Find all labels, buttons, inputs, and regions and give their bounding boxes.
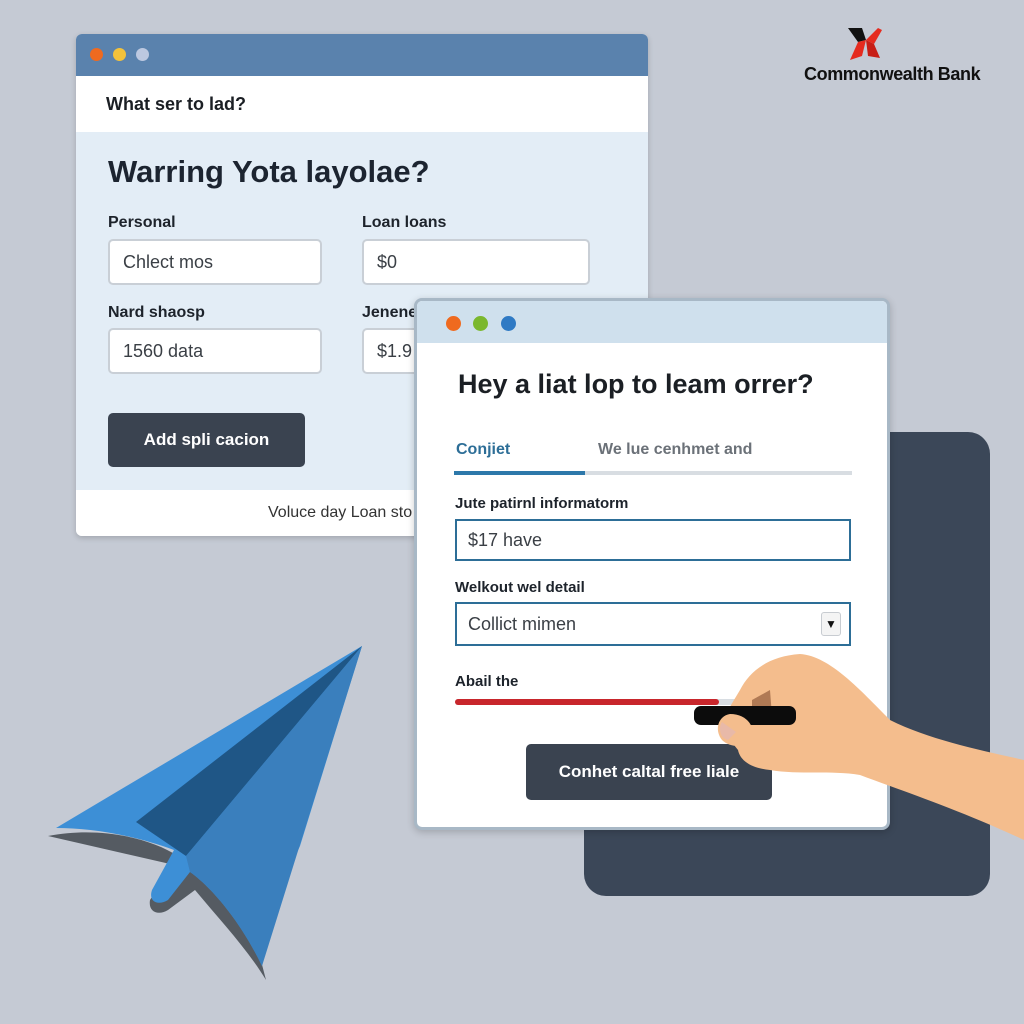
close-dot[interactable] xyxy=(446,316,461,331)
field-label-information: Jute patirnl informatorm xyxy=(455,495,629,512)
field-label-loan-loans: Loan loans xyxy=(362,214,447,231)
tab-we-lue[interactable]: We lue cenhmet and xyxy=(598,441,752,459)
close-dot[interactable] xyxy=(90,48,103,61)
minimize-dot[interactable] xyxy=(473,316,488,331)
field-label-jenene: Jenene xyxy=(362,304,418,321)
maximize-dot[interactable] xyxy=(501,316,516,331)
slider-fill xyxy=(455,699,719,705)
tab-active-indicator xyxy=(454,471,586,475)
chevron-down-icon[interactable]: ▼ xyxy=(821,612,841,636)
tab-indicator-track xyxy=(454,471,852,475)
field-label-nard-shaosp: Nard shaosp xyxy=(108,304,205,321)
loan-application-window-front: Hey a liat lop to leam orrer? Conjiet We… xyxy=(414,298,890,830)
field-label-personal: Personal xyxy=(108,214,176,231)
minimize-dot[interactable] xyxy=(113,48,126,61)
brand-name: Commonwealth Bank xyxy=(804,64,981,84)
add-application-button[interactable]: Add spli cacion xyxy=(108,413,305,467)
personal-input[interactable]: Chlect mos xyxy=(108,239,322,285)
detail-select-value: Collict mimen xyxy=(468,613,577,634)
commonwealth-bank-logo: Commonwealth Bank xyxy=(800,26,1000,86)
submit-button[interactable]: Conhet caltal free liale xyxy=(526,744,772,800)
tab-conjiet[interactable]: Conjiet xyxy=(456,441,510,459)
detail-select[interactable]: Collict mimen ▼ xyxy=(455,602,851,646)
information-input-value: $17 have xyxy=(468,529,543,550)
maximize-dot[interactable] xyxy=(136,48,149,61)
page-title: Warring Yota layolae? xyxy=(108,154,430,189)
field-label-detail: Welkout wel detail xyxy=(455,579,585,596)
commonwealth-bank-logo-icon xyxy=(848,28,882,60)
window-titlebar xyxy=(417,301,887,343)
slider-track[interactable] xyxy=(455,699,755,705)
slider-label: Abail the xyxy=(455,673,519,690)
window-subheader: What ser to lad? xyxy=(76,76,648,132)
loan-amount-input[interactable]: $0 xyxy=(362,239,590,285)
window-titlebar xyxy=(76,34,648,76)
data-input[interactable]: 1560 data xyxy=(108,328,322,374)
footer-text: Voluce day Loan sto xyxy=(268,504,413,521)
page-title: Hey a liat lop to leam orrer? xyxy=(458,369,814,399)
information-input[interactable]: $17 have xyxy=(455,519,851,561)
